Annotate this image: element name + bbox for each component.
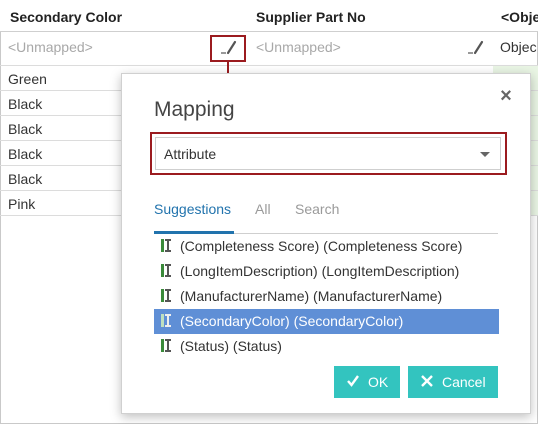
color-cell: Pink xyxy=(8,196,36,212)
unmapped-label: <Unmapped> xyxy=(8,39,93,55)
color-cell: Green xyxy=(8,71,47,87)
attribute-icon xyxy=(160,288,172,303)
suggestion-label: (ManufacturerName) (ManufacturerName) xyxy=(180,288,443,304)
cancel-button[interactable]: Cancel xyxy=(408,366,498,398)
suggestion-label: (LongItemDescription) (LongItemDescripti… xyxy=(180,263,460,279)
close-icon[interactable]: × xyxy=(496,86,516,106)
column-header-secondary-color[interactable]: Secondary Color xyxy=(10,9,122,25)
color-cell: Black xyxy=(8,171,43,187)
color-cell: Black xyxy=(8,146,43,162)
attribute-icon xyxy=(160,338,172,353)
suggestion-item[interactable]: (Status) (Status) xyxy=(154,334,499,359)
suggestion-item[interactable]: (ManufacturerName) (ManufacturerName) xyxy=(154,284,499,309)
attribute-icon xyxy=(160,313,172,328)
suggestion-item[interactable]: (Completeness Score) (Completeness Score… xyxy=(154,234,499,259)
mapping-type-select[interactable]: Attribute xyxy=(155,137,501,170)
dialog-title: Mapping xyxy=(154,98,235,121)
pencil-icon[interactable] xyxy=(464,38,488,58)
attribute-icon xyxy=(160,263,172,278)
cancel-label: Cancel xyxy=(442,374,486,390)
unmapped-label: <Unmapped> xyxy=(256,39,341,55)
tab-all[interactable]: All xyxy=(255,201,271,217)
x-icon xyxy=(420,374,434,388)
caret-down-icon xyxy=(480,152,490,157)
color-cell: Black xyxy=(8,96,43,112)
suggestion-label: (Status) (Status) xyxy=(180,338,282,354)
select-value: Attribute xyxy=(164,146,217,162)
mapping-row: <Unmapped> <Unmapped> Objec xyxy=(0,33,538,66)
column-header-supplier-part-no[interactable]: Supplier Part No xyxy=(256,9,366,25)
tab-suggestions[interactable]: Suggestions xyxy=(154,201,231,217)
mapping-dialog: Mapping × Attribute Suggestions All Sear… xyxy=(121,73,531,414)
color-cell: Black xyxy=(8,121,43,137)
suggestion-item[interactable]: (LongItemDescription) (LongItemDescripti… xyxy=(154,259,499,284)
suggestion-label: (SecondaryColor) (SecondaryColor) xyxy=(180,313,404,329)
tab-search[interactable]: Search xyxy=(295,201,339,217)
suggestion-label: (Completeness Score) (Completeness Score… xyxy=(180,238,463,254)
object-cell: Objec xyxy=(500,39,537,55)
attribute-icon xyxy=(160,238,172,253)
suggestion-list: (Completeness Score) (Completeness Score… xyxy=(154,234,499,358)
column-header-object[interactable]: <Obje xyxy=(501,9,538,25)
pencil-highlight-box xyxy=(210,35,246,62)
suggestion-item-selected[interactable]: (SecondaryColor) (SecondaryColor) xyxy=(154,309,499,334)
grid-header: Secondary Color Supplier Part No <Obje xyxy=(0,0,538,32)
ok-button[interactable]: OK xyxy=(334,366,400,398)
ok-label: OK xyxy=(368,374,389,390)
checkmark-icon xyxy=(346,374,360,388)
tab-bar: Suggestions All Search xyxy=(154,201,498,234)
